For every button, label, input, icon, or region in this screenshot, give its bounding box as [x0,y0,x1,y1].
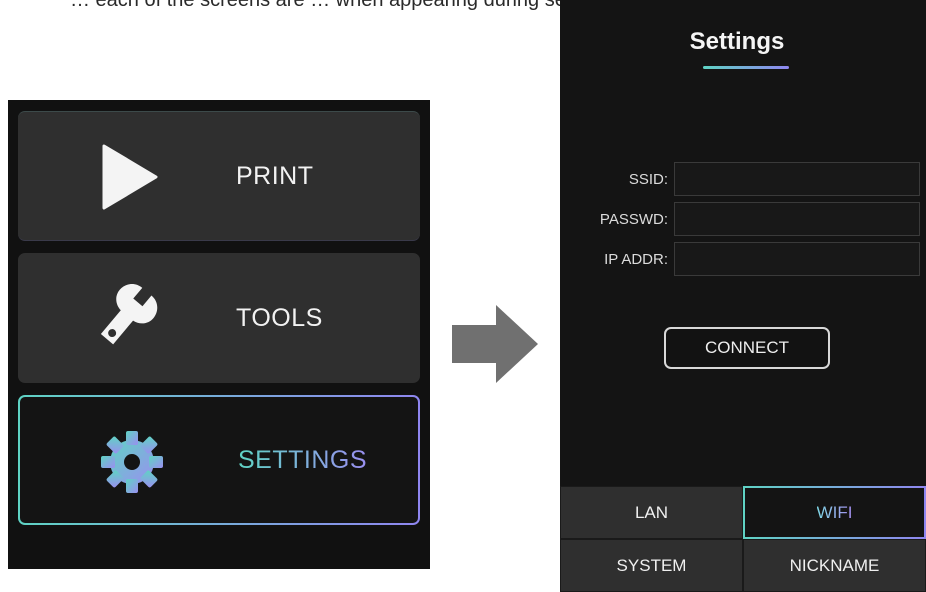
main-menu-panel: PRINT TOOLS SETTINGS [8,100,430,569]
password-row: PASSWD: [560,202,926,236]
connect-button[interactable]: CONNECT [664,327,830,369]
settings-label: SETTINGS [238,397,367,523]
ssid-row: SSID: [560,162,926,196]
print-label: PRINT [236,161,314,190]
tools-button[interactable]: TOOLS [18,253,420,383]
password-input[interactable] [674,202,920,236]
play-icon [90,144,170,210]
tab-wifi-label: WIFI [816,502,853,522]
ssid-label: SSID: [628,170,668,188]
tab-nickname-label: NICKNAME [789,555,880,575]
tools-label: TOOLS [236,303,323,332]
wrench-icon [90,284,170,351]
ip-address-label: IP ADDR: [604,250,668,268]
tab-system-label: SYSTEM [616,555,687,575]
ssid-input[interactable] [674,162,920,196]
password-label: PASSWD: [599,210,668,228]
print-button[interactable]: PRINT [18,111,420,241]
right-arrow-icon [452,305,542,383]
ip-address-row: IP ADDR: [560,242,926,276]
tab-lan[interactable]: LAN [560,486,743,539]
settings-tabs: LAN WIFI SYSTEM NICKNAME [560,486,926,592]
tab-system[interactable]: SYSTEM [560,539,743,592]
gear-icon [92,429,172,495]
settings-button[interactable]: SETTINGS [18,395,420,525]
settings-screen: Settings SSID: PASSWD: IP ADDR: CONNECT … [560,0,926,592]
page-title: Settings [689,28,785,55]
ip-address-input[interactable] [674,242,920,276]
title-underline [703,66,789,69]
tab-lan-label: LAN [634,502,669,522]
tab-nickname[interactable]: NICKNAME [743,539,926,592]
tab-wifi[interactable]: WIFI [743,486,926,539]
